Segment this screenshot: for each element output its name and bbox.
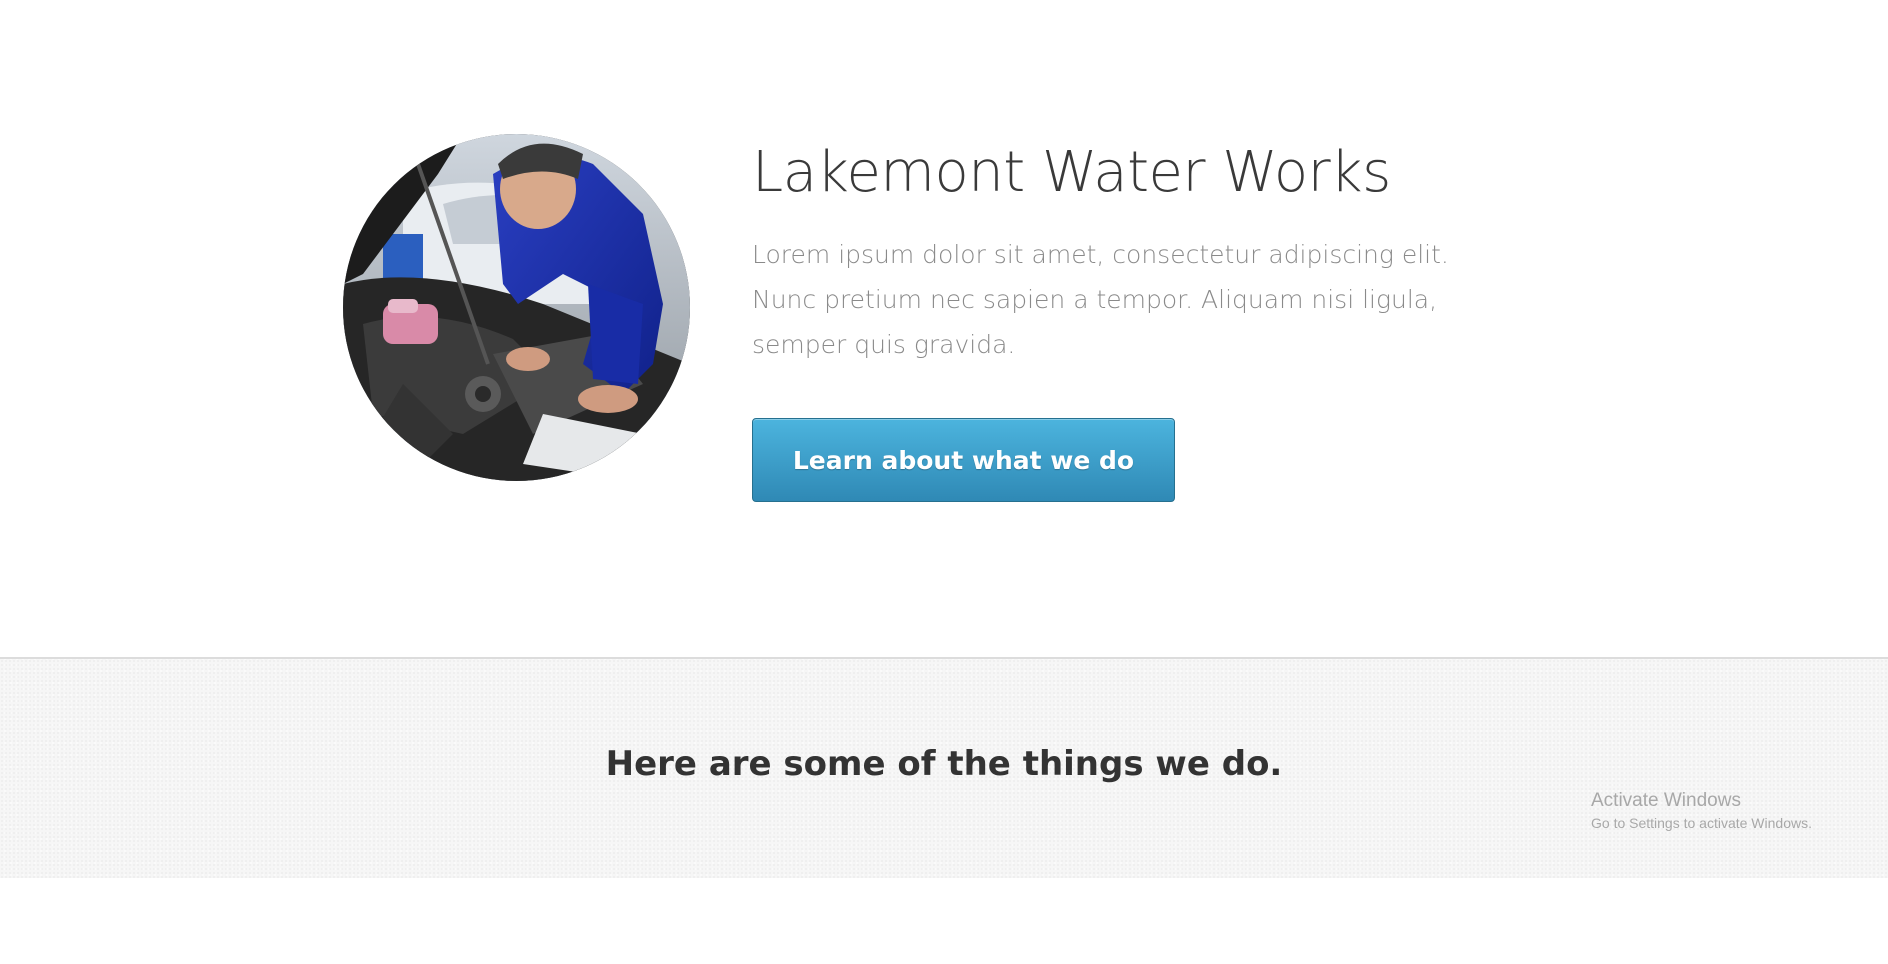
hero-description: Lorem ipsum dolor sit amet, consectetur … [752,240,1449,359]
features-heading: Here are some of the things we do. [605,744,1283,784]
watermark-subtitle: Go to Settings to activate Windows. [1591,815,1812,831]
mechanic-photo [343,134,690,481]
hero-content: Lakemont Water Works Lorem ipsum dolor s… [752,134,1512,502]
page-title: Lakemont Water Works [752,140,1391,205]
features-section: Here are some of the things we do. Activ… [0,659,1888,878]
page-bottom-area [0,878,1888,964]
hero-section: Lakemont Water Works Lorem ipsum dolor s… [0,0,1888,657]
windows-activation-watermark: Activate Windows Go to Settings to activ… [1591,789,1812,833]
watermark-title: Activate Windows [1591,790,1741,811]
learn-more-button[interactable]: Learn about what we do [752,418,1175,502]
